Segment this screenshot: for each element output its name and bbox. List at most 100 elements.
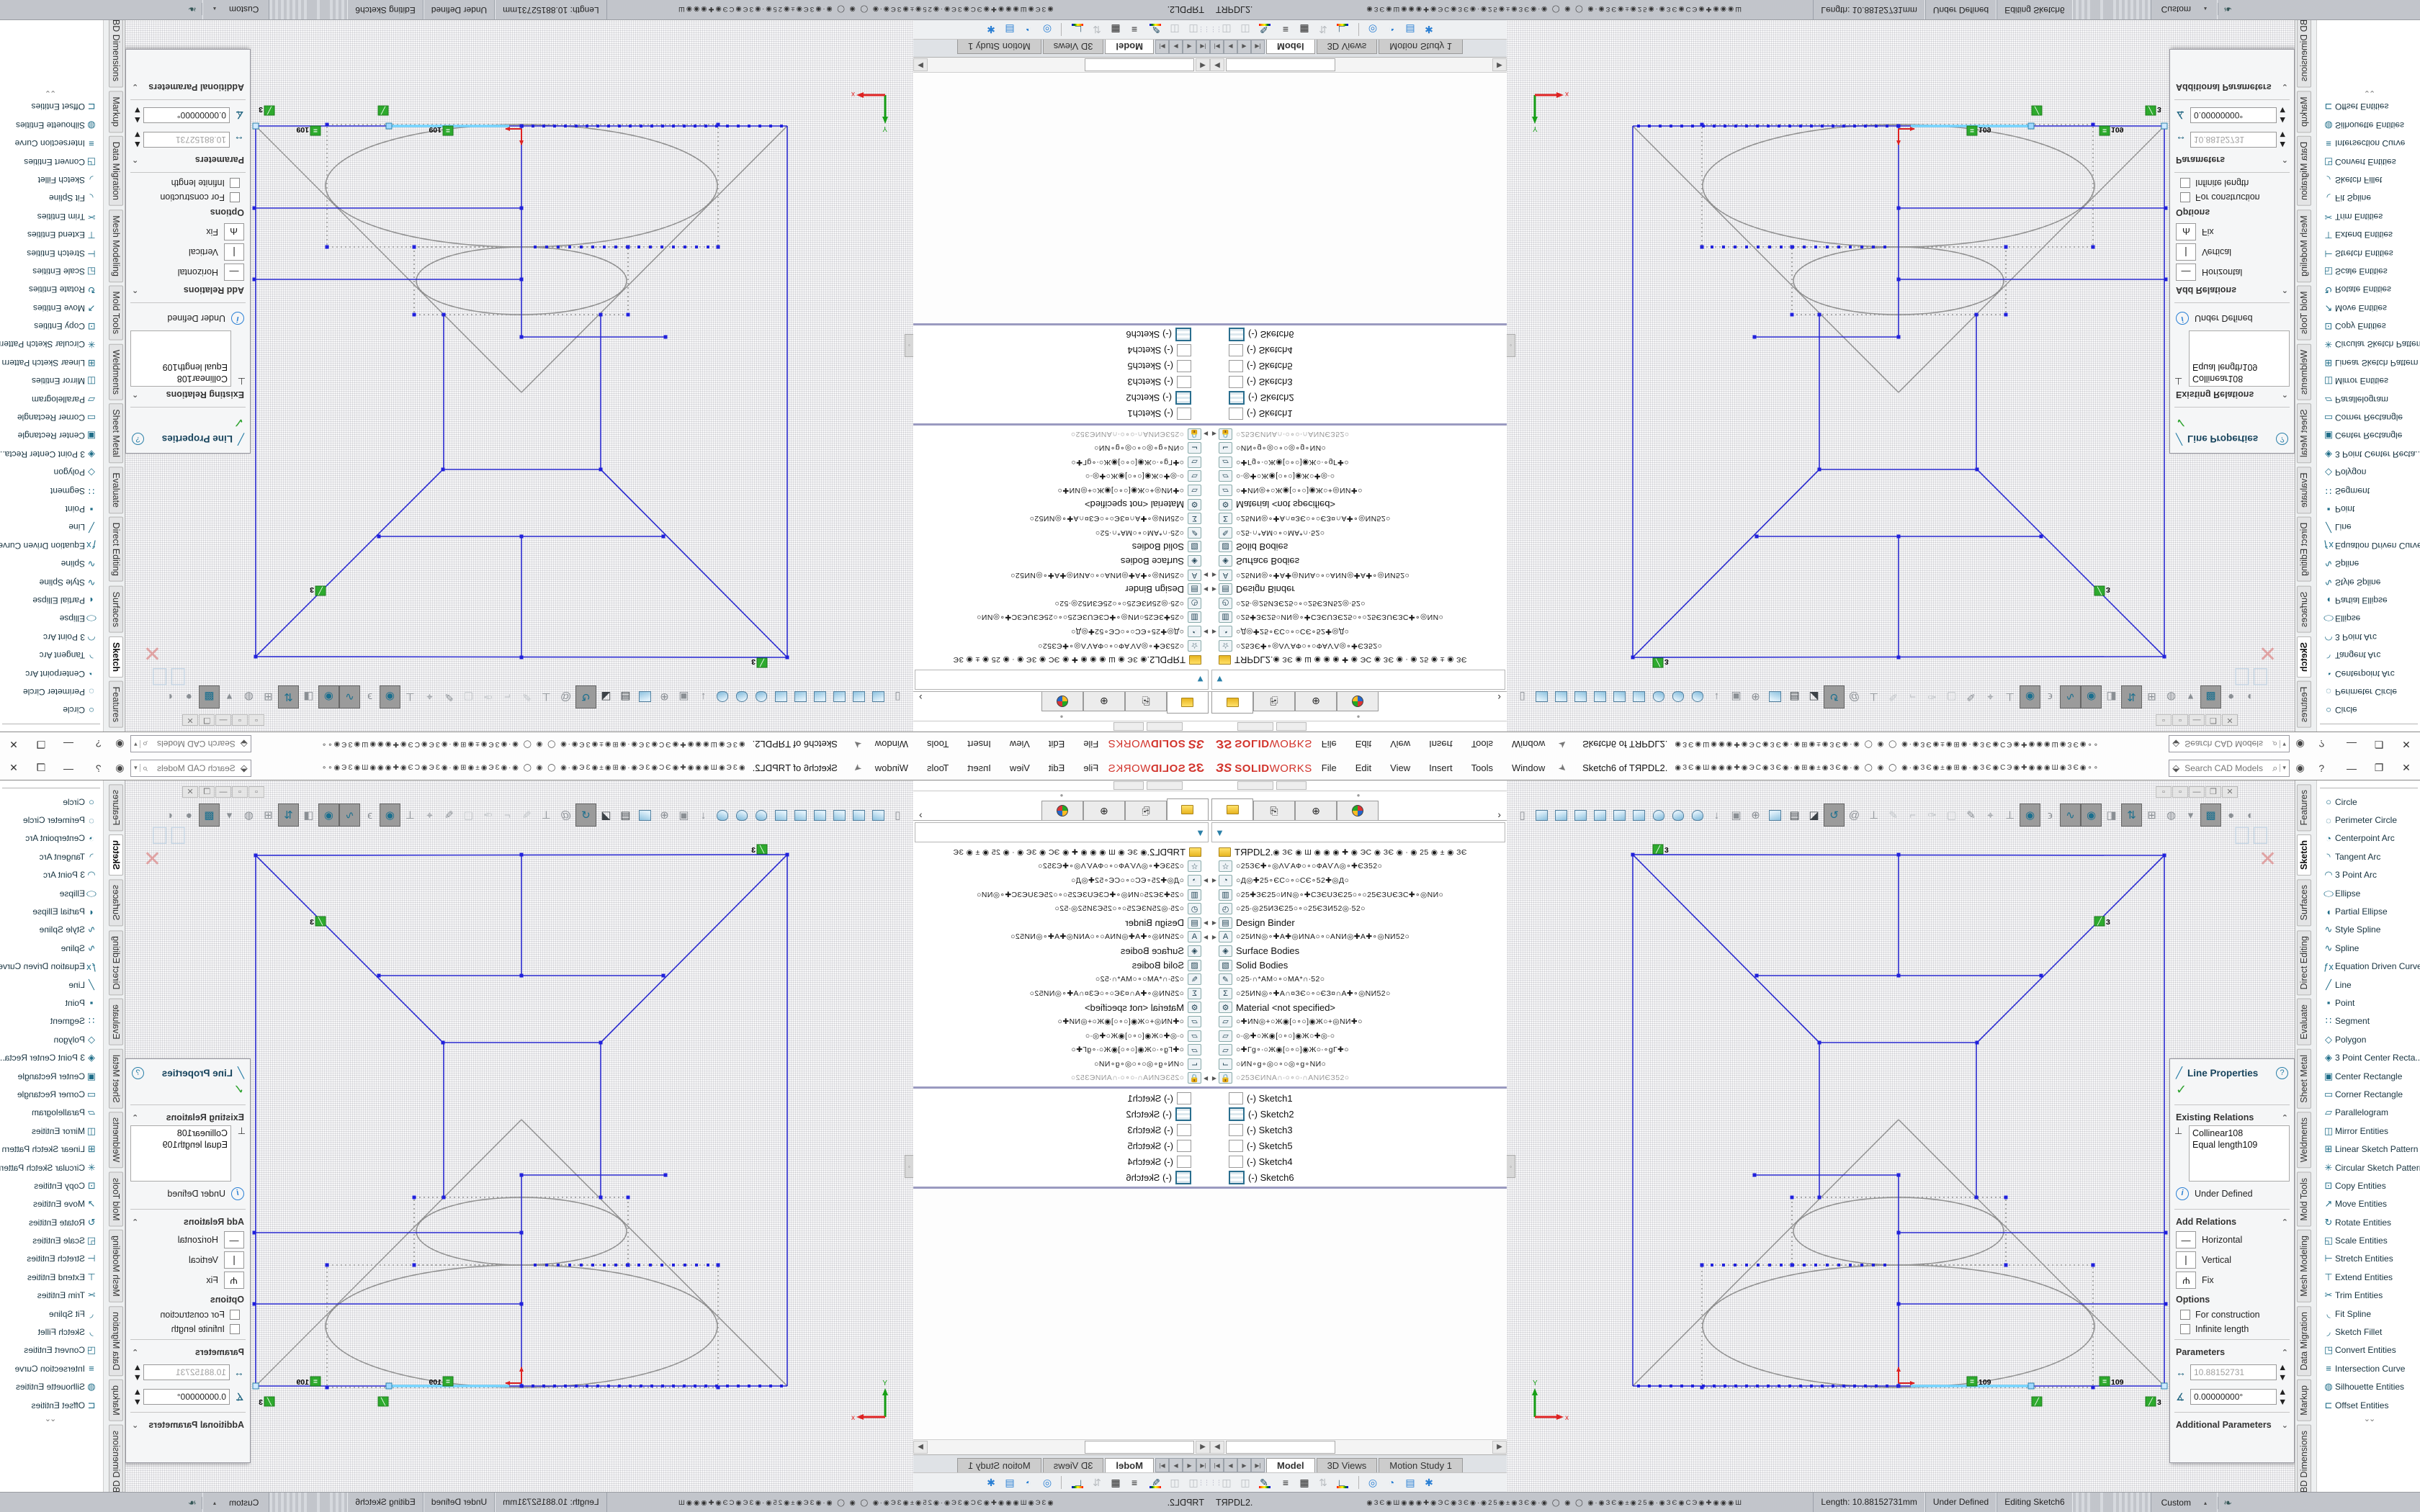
motion-toolbar-icon[interactable]: ⇅ bbox=[1314, 24, 1332, 36]
tree-sketch-item[interactable]: (-) Sketch6 bbox=[913, 327, 1210, 343]
restore-button[interactable]: ❐ bbox=[2365, 738, 2393, 750]
palette-item-scale-entities[interactable]: ◱Scale Entities bbox=[0, 262, 103, 280]
palette-item-copy-entities[interactable]: ⊡Copy Entities bbox=[2317, 1176, 2420, 1194]
cmd-tab-weldments[interactable]: Weldments bbox=[109, 343, 123, 400]
tree-sketch-item[interactable]: (-) Sketch2 bbox=[913, 390, 1210, 406]
tree-item[interactable]: ▶▤Design Binder bbox=[1210, 582, 1507, 596]
doc-nav-button[interactable]: ▶ bbox=[1169, 40, 1183, 54]
cmd-tab-surfaces[interactable]: Surfaces bbox=[2297, 585, 2311, 632]
palette-item-perimeter-circle[interactable]: ◌Perimeter Circle bbox=[2317, 811, 2420, 829]
help-circle-icon[interactable]: ? bbox=[2276, 433, 2288, 446]
add-relation-fix[interactable]: ΨFix bbox=[126, 222, 250, 242]
freeze-bar[interactable] bbox=[1210, 423, 1507, 426]
minimize-button[interactable]: — bbox=[55, 739, 82, 750]
add-relation-fix[interactable]: ΨFix bbox=[2170, 1270, 2294, 1290]
ok-check-icon[interactable]: ✓ bbox=[126, 410, 250, 430]
horizontal-scrollbar[interactable]: ◀ ▶ bbox=[913, 58, 1210, 73]
palette-item-perimeter-circle[interactable]: ◌Perimeter Circle bbox=[0, 683, 103, 701]
relation-badge[interactable]: ╱3 bbox=[2094, 917, 2110, 927]
expand-arrow-icon[interactable]: ▶ bbox=[1201, 629, 1210, 635]
relation-entry[interactable]: Collinear108 bbox=[2192, 1128, 2286, 1139]
doc-tab-3d-views[interactable]: 3D Views bbox=[1043, 40, 1104, 54]
palette-item-linear-sketch-pattern[interactable]: ⊞Linear Sketch Pattern bbox=[2317, 354, 2420, 372]
motion-toolbar-icon[interactable]: ▦ bbox=[1106, 1477, 1125, 1489]
palette-item-trim-entities[interactable]: ✂Trim Entities bbox=[0, 207, 103, 225]
cmd-tab-markup[interactable]: Markup bbox=[109, 91, 123, 132]
motion-toolbar-icon[interactable]: ◎ bbox=[1038, 24, 1057, 36]
configurationmanager-tab[interactable]: ⎘ bbox=[1253, 801, 1295, 820]
motion-toolbar-icon[interactable]: ▦ bbox=[1295, 24, 1314, 36]
configurationmanager-tab[interactable]: ⎘ bbox=[1253, 692, 1295, 711]
horizontal-button[interactable]: — bbox=[2176, 1231, 2196, 1248]
displaymanager-tab[interactable] bbox=[1041, 692, 1083, 711]
spin-down-icon[interactable]: ▼ bbox=[132, 105, 142, 115]
palette-item-ellipse[interactable]: ◯Ellipse bbox=[0, 884, 103, 902]
search-input[interactable] bbox=[2183, 762, 2272, 774]
motion-toolbar-icon[interactable]: ▦ bbox=[1106, 24, 1125, 36]
drag-grip-icon[interactable]: ⋮⋮ bbox=[1210, 26, 1217, 34]
scrollbar-thumb[interactable] bbox=[1085, 58, 1194, 71]
palette-item-sketch-fillet[interactable]: ◞Sketch Fillet bbox=[0, 1323, 103, 1341]
checkbox[interactable] bbox=[2180, 178, 2190, 188]
cmd-tab-markup[interactable]: Markup bbox=[2297, 1380, 2311, 1421]
checkbox[interactable] bbox=[2180, 1324, 2190, 1334]
palette-item-circle[interactable]: ○Circle bbox=[2317, 793, 2420, 811]
selection-handle[interactable] bbox=[253, 1383, 259, 1389]
menu-insert[interactable]: Insert bbox=[958, 762, 1000, 773]
relation-badge[interactable]: =109 bbox=[296, 125, 321, 135]
palette-item-line[interactable]: ╱Line bbox=[2317, 518, 2420, 536]
tree-sketch-item[interactable]: (-) Sketch4 bbox=[913, 1153, 1210, 1169]
cmd-tab-features[interactable]: Features bbox=[2297, 681, 2311, 728]
featuremanager-tab[interactable] bbox=[1167, 692, 1209, 714]
scroll-right-icon[interactable]: ▶ bbox=[913, 58, 928, 71]
spin-down-icon[interactable]: ▼ bbox=[2278, 1397, 2288, 1407]
palette-item-move-entities[interactable]: ↗Move Entities bbox=[0, 1195, 103, 1213]
tree-item[interactable]: ▶◔○Д◎✚25∘ЄС○∘○СЄ∘52✚◎Д○ bbox=[1210, 624, 1507, 639]
relation-badge[interactable]: ╱3 bbox=[259, 1397, 274, 1407]
sketch-line-gray[interactable] bbox=[521, 1120, 787, 1386]
restore-button[interactable]: ❐ bbox=[27, 762, 55, 774]
menu-file[interactable]: File bbox=[1312, 739, 1346, 750]
spinner[interactable]: ▲▼ bbox=[2278, 1362, 2288, 1382]
add-relation-vertical[interactable]: ❘Vertical bbox=[2170, 242, 2294, 262]
scroll-right-icon[interactable]: ▶ bbox=[913, 1441, 928, 1454]
palette-item-sketch-fillet[interactable]: ◞Sketch Fillet bbox=[2317, 1323, 2420, 1341]
palette-overflow-chevron[interactable]: ⌄⌄ bbox=[0, 89, 103, 98]
tree-sketch-item[interactable]: (-) Sketch5 bbox=[1210, 359, 1507, 374]
motion-toolbar-icon[interactable]: ▦ bbox=[1295, 1477, 1314, 1489]
close-button[interactable]: ✕ bbox=[0, 738, 27, 750]
motion-toolbar-icon[interactable]: ◎ bbox=[1363, 24, 1382, 36]
expand-arrow-icon[interactable]: ▶ bbox=[1201, 1075, 1210, 1081]
horizontal-button[interactable]: — bbox=[2176, 264, 2196, 281]
tabs-overflow-chevron[interactable]: › bbox=[919, 809, 923, 820]
parameter-value[interactable]: 0.00000000° bbox=[2190, 1389, 2277, 1405]
tree-item[interactable]: ▱○∙◎✚○Ж◉[○∘○]◉Ж○✚◎∙○ bbox=[1210, 469, 1507, 484]
tree-sketch-item[interactable]: (-) Sketch3 bbox=[913, 374, 1210, 390]
scrollbar-thumb[interactable] bbox=[1226, 58, 1335, 71]
scroll-right-icon[interactable]: ▶ bbox=[1492, 1441, 1507, 1454]
search-box[interactable]: ⬙ ⌕ ▾ bbox=[130, 736, 251, 753]
relations-listbox[interactable]: Collinear108Equal length109 bbox=[130, 1125, 231, 1182]
spinner[interactable]: ▲▼ bbox=[2278, 1387, 2288, 1407]
palette-item-convert-entities[interactable]: ◳Convert Entities bbox=[2317, 1341, 2420, 1359]
palette-item-center-rectangle[interactable]: ▣Center Rectangle bbox=[0, 427, 103, 445]
palette-item-mirror-entities[interactable]: ◫Mirror Entities bbox=[2317, 372, 2420, 390]
palette-item-3-point-center-recta-[interactable]: ◈3 Point Center Recta... bbox=[2317, 445, 2420, 463]
tree-item[interactable]: ⌙○ИΝ∘g∘◎○∘○◎∘g∘ΝИ○ bbox=[913, 1057, 1210, 1071]
tree-root-item[interactable]: TЯPDL2. ◉ ЗЄ ◉ Ш ◉ ◉ ◉ ✚ ◉ ЭС ◉ ЗЄ ◉ ∙ ◉… bbox=[1210, 845, 1507, 860]
motion-toolbar-icon[interactable]: ≡ bbox=[1125, 24, 1144, 35]
add-relations-header[interactable]: Add Relations⌃ bbox=[2170, 282, 2294, 300]
add-relations-header[interactable]: Add Relations⌃ bbox=[2170, 1212, 2294, 1230]
palette-item-copy-entities[interactable]: ⊡Copy Entities bbox=[2317, 317, 2420, 335]
fix-button[interactable]: Ψ bbox=[224, 223, 244, 240]
magnifier-icon[interactable]: ⌕ bbox=[143, 739, 148, 750]
additional-parameters-header[interactable]: Additional Parameters⌄ bbox=[2170, 1416, 2294, 1433]
palette-item-fit-spline[interactable]: ◟Fit Spline bbox=[2317, 1305, 2420, 1323]
motion-toolbar-icon[interactable]: ◎ bbox=[1363, 1477, 1382, 1489]
horizontal-scrollbar[interactable]: ◀ ▶ bbox=[913, 1439, 1210, 1454]
cmd-tab-mold-tools[interactable]: Mold Tools bbox=[109, 286, 123, 341]
palette-item-fit-spline[interactable]: ◟Fit Spline bbox=[0, 1305, 103, 1323]
parameters-header[interactable]: Parameters⌃ bbox=[2170, 152, 2294, 169]
palette-item-convert-entities[interactable]: ◳Convert Entities bbox=[0, 1341, 103, 1359]
cmd-tab-evaluate[interactable]: Evaluate bbox=[109, 999, 123, 1045]
